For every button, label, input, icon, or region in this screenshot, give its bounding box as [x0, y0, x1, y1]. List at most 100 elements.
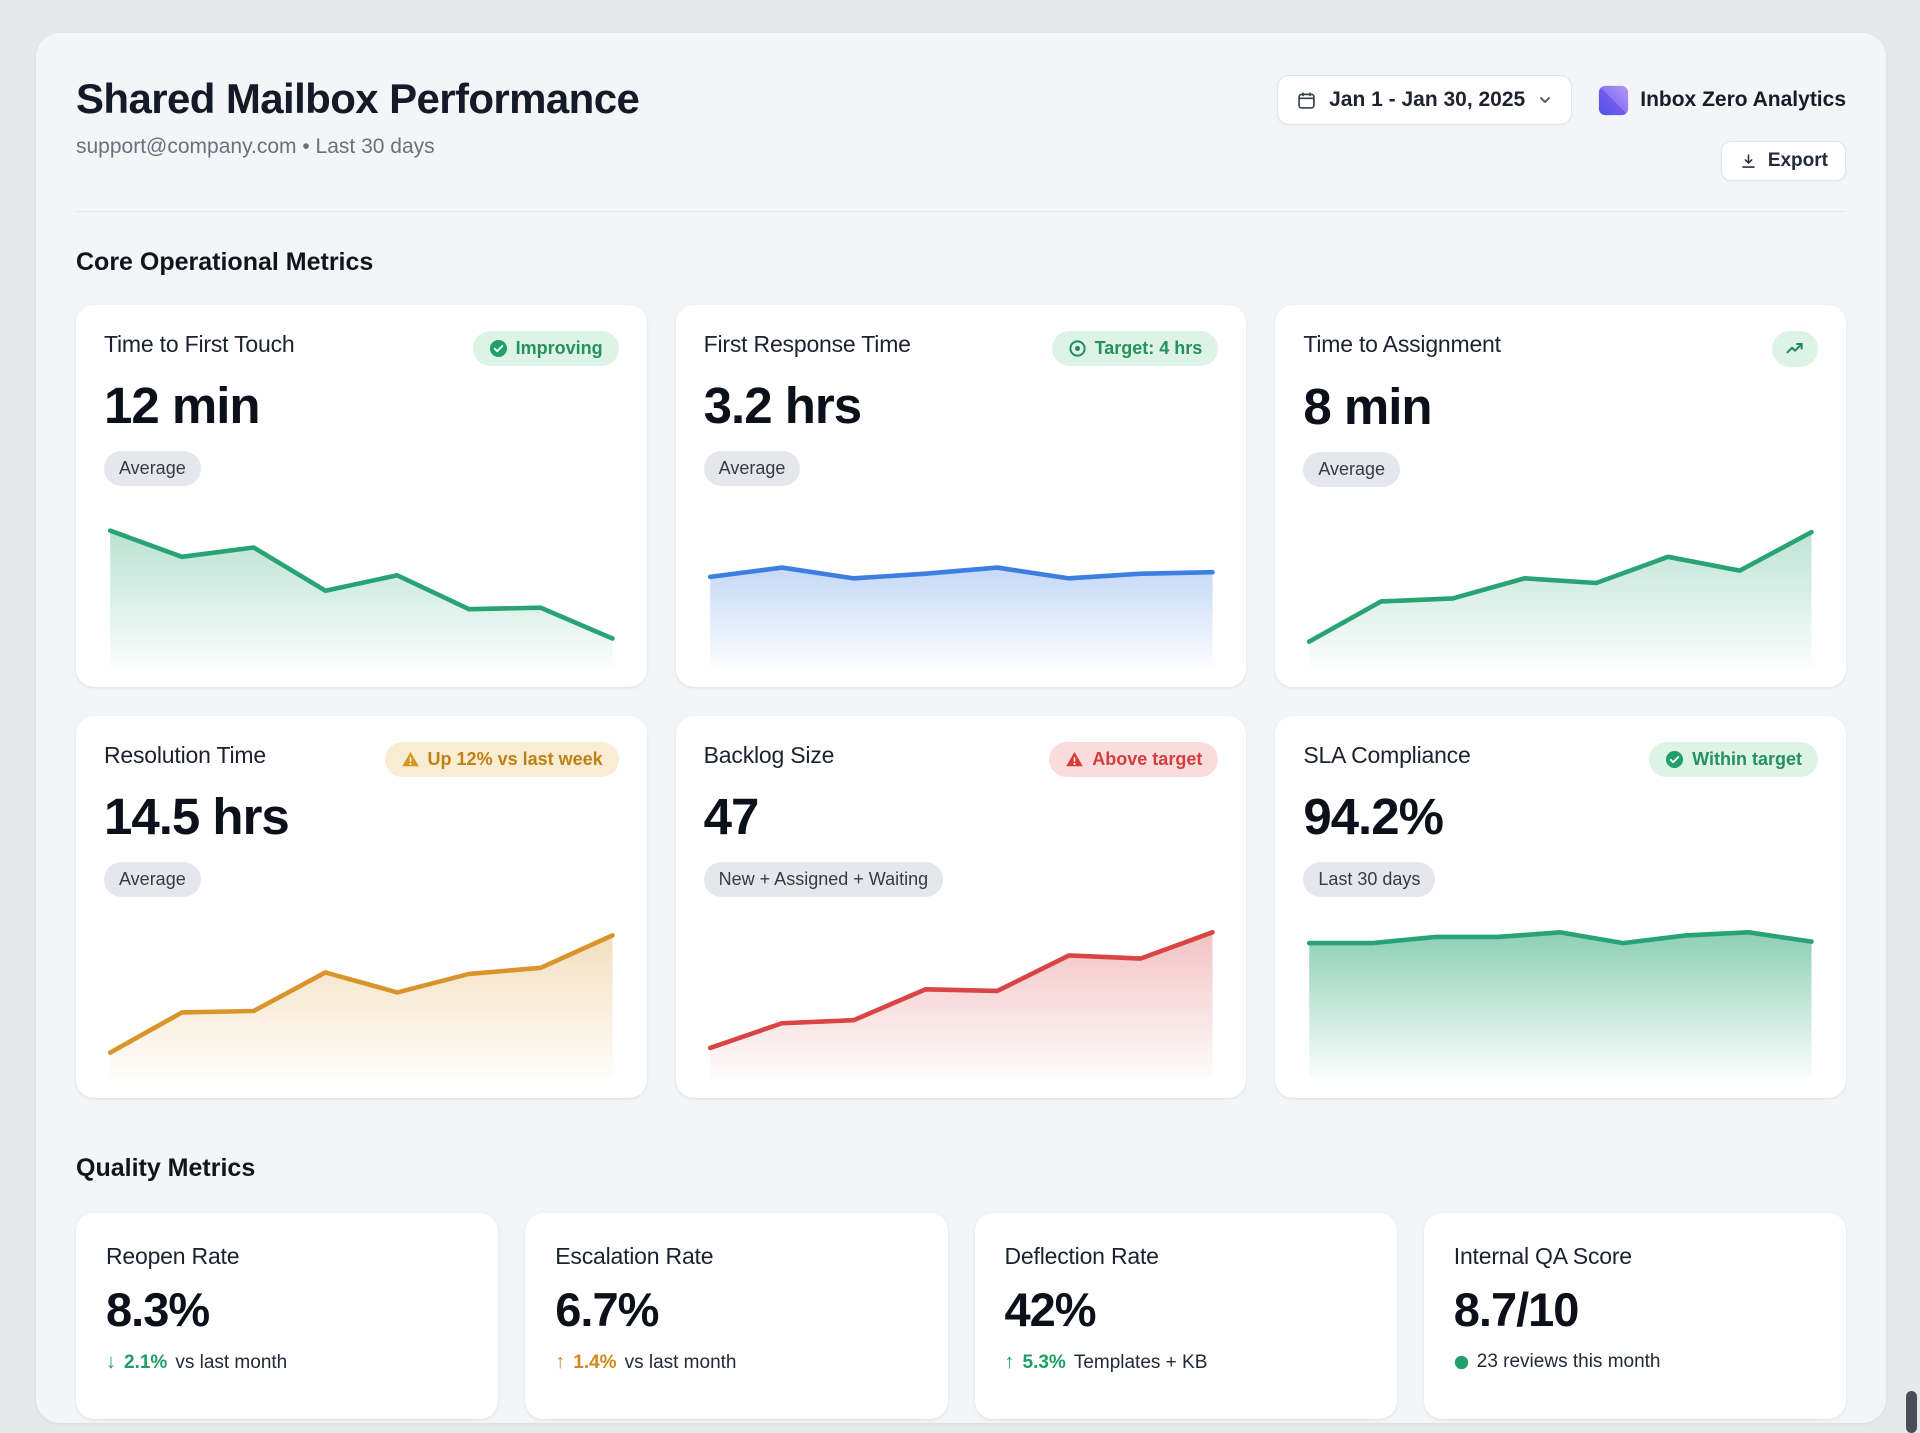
- arrow-up-icon: ↑: [1005, 1351, 1015, 1374]
- sparkline-chart: [104, 910, 619, 1078]
- quality-metrics-grid: Reopen Rate 8.3% ↓ 2.1% vs last month Es…: [76, 1213, 1846, 1419]
- metric-title: First Response Time: [704, 331, 911, 358]
- quality-metrics-heading: Quality Metrics: [76, 1154, 1846, 1183]
- metric-value: 8.7/10: [1454, 1282, 1816, 1337]
- metric-value: 8.3%: [106, 1282, 468, 1337]
- delta-value: 5.3%: [1023, 1352, 1066, 1374]
- page-subtitle: support@company.com • Last 30 days: [76, 135, 639, 159]
- sparkline-chart: [704, 910, 1219, 1078]
- arrow-up-icon: ↑: [555, 1351, 565, 1374]
- header-titles: Shared Mailbox Performance support@compa…: [76, 75, 639, 159]
- metric-context-chip: Average: [704, 451, 801, 486]
- delta-caption: vs last month: [625, 1352, 737, 1374]
- metric-value: 12 min: [104, 376, 619, 435]
- card-top: Time to Assignment: [1303, 331, 1818, 367]
- inbox-logo-icon: [1598, 85, 1629, 116]
- metric-value: 14.5 hrs: [104, 787, 619, 846]
- metric-value: 6.7%: [555, 1282, 917, 1337]
- sparkline-chart: [104, 499, 619, 667]
- metric-value: 42%: [1005, 1282, 1367, 1337]
- metric-title: Backlog Size: [704, 742, 835, 769]
- metric-value: 94.2%: [1303, 787, 1818, 846]
- quality-card-deflection-rate: Deflection Rate 42% ↑ 5.3% Templates + K…: [975, 1213, 1397, 1419]
- status-badge-label: Above target: [1092, 749, 1202, 770]
- quality-card-reopen-rate: Reopen Rate 8.3% ↓ 2.1% vs last month: [76, 1213, 498, 1419]
- check-circle-icon: [1665, 750, 1684, 769]
- metric-card-sla-compliance: SLA Compliance Within target 94.2% Last …: [1275, 716, 1846, 1098]
- export-button[interactable]: Export: [1721, 141, 1846, 181]
- sparkline-chart: [1303, 910, 1818, 1078]
- chevron-down-icon: [1537, 92, 1553, 108]
- metric-title: Time to First Touch: [104, 331, 294, 358]
- metric-card-backlog-size: Backlog Size Above target 47 New + Assig…: [676, 716, 1247, 1098]
- core-metrics-section: Core Operational Metrics Time to First T…: [76, 248, 1846, 1098]
- export-button-label: Export: [1768, 150, 1828, 172]
- target-icon: [1068, 339, 1087, 358]
- metric-delta: ↓ 2.1% vs last month: [106, 1351, 468, 1374]
- metric-title: Reopen Rate: [106, 1243, 468, 1270]
- trend-up-icon: [1785, 339, 1805, 359]
- status-badge: Target: 4 hrs: [1052, 331, 1219, 366]
- check-circle-icon: [489, 339, 508, 358]
- card-top: First Response Time Target: 4 hrs: [704, 331, 1219, 366]
- status-badge-label: Within target: [1692, 749, 1802, 770]
- dot-icon: [1454, 1355, 1469, 1370]
- status-badge: Improving: [473, 331, 619, 366]
- metric-value: 3.2 hrs: [704, 376, 1219, 435]
- metric-title: SLA Compliance: [1303, 742, 1470, 769]
- metric-title: Resolution Time: [104, 742, 266, 769]
- dashboard-panel: Shared Mailbox Performance support@compa…: [36, 33, 1886, 1423]
- metric-title: Internal QA Score: [1454, 1243, 1816, 1270]
- metric-delta: ↑ 1.4% vs last month: [555, 1351, 917, 1374]
- status-badge-label: Target: 4 hrs: [1095, 338, 1203, 359]
- header-controls: Jan 1 - Jan 30, 2025 Inbox Zero Analytic…: [1277, 75, 1846, 181]
- warning-red-icon: [1065, 750, 1084, 769]
- warning-amber-icon: [401, 750, 420, 769]
- quality-card-internal-qa-score: Internal QA Score 8.7/10 23 reviews this…: [1424, 1213, 1846, 1419]
- metric-context-chip: Average: [1303, 452, 1400, 487]
- sparkline-chart: [1303, 499, 1818, 667]
- metric-title: Escalation Rate: [555, 1243, 917, 1270]
- date-range-picker[interactable]: Jan 1 - Jan 30, 2025: [1277, 75, 1572, 125]
- delta-caption: vs last month: [175, 1352, 287, 1374]
- brand: Inbox Zero Analytics: [1598, 85, 1846, 116]
- arrow-down-icon: ↓: [106, 1351, 116, 1374]
- metric-card-time-to-assignment: Time to Assignment 8 min Average: [1275, 305, 1846, 687]
- metric-delta: ↑ 5.3% Templates + KB: [1005, 1351, 1367, 1374]
- quality-card-escalation-rate: Escalation Rate 6.7% ↑ 1.4% vs last mont…: [525, 1213, 947, 1419]
- status-badge-label: Improving: [516, 338, 603, 359]
- card-top: SLA Compliance Within target: [1303, 742, 1818, 777]
- delta-caption: Templates + KB: [1074, 1352, 1208, 1374]
- quality-metrics-section: Quality Metrics Reopen Rate 8.3% ↓ 2.1% …: [76, 1154, 1846, 1419]
- metric-card-first-response-time: First Response Time Target: 4 hrs 3.2 hr…: [676, 305, 1247, 687]
- status-badge: Up 12% vs last week: [385, 742, 619, 777]
- status-badge: Above target: [1049, 742, 1218, 777]
- date-range-label: Jan 1 - Jan 30, 2025: [1329, 88, 1525, 112]
- status-badge-label: Up 12% vs last week: [428, 749, 603, 770]
- header: Shared Mailbox Performance support@compa…: [76, 33, 1846, 212]
- metric-value: 47: [704, 787, 1219, 846]
- metric-context-chip: Last 30 days: [1303, 862, 1435, 897]
- card-top: Time to First Touch Improving: [104, 331, 619, 366]
- delta-caption: 23 reviews this month: [1477, 1351, 1661, 1373]
- delta-value: 1.4%: [573, 1352, 616, 1374]
- sparkline-chart: [704, 499, 1219, 667]
- card-top: Resolution Time Up 12% vs last week: [104, 742, 619, 777]
- metric-title: Deflection Rate: [1005, 1243, 1367, 1270]
- page-title: Shared Mailbox Performance: [76, 75, 639, 123]
- card-top: Backlog Size Above target: [704, 742, 1219, 777]
- metric-title: Time to Assignment: [1303, 331, 1501, 358]
- brand-name: Inbox Zero Analytics: [1640, 88, 1846, 112]
- delta-value: 2.1%: [124, 1352, 167, 1374]
- core-metrics-grid: Time to First Touch Improving 12 min Ave…: [76, 305, 1846, 1098]
- status-badge: [1772, 331, 1818, 367]
- calendar-icon: [1296, 90, 1317, 111]
- metric-card-resolution-time: Resolution Time Up 12% vs last week 14.5…: [76, 716, 647, 1098]
- header-controls-row: Jan 1 - Jan 30, 2025 Inbox Zero Analytic…: [1277, 75, 1846, 125]
- metric-card-time-to-first-touch: Time to First Touch Improving 12 min Ave…: [76, 305, 647, 687]
- metric-context-chip: Average: [104, 862, 201, 897]
- metric-delta: 23 reviews this month: [1454, 1351, 1816, 1373]
- scrollbar-thumb[interactable]: [1906, 1391, 1917, 1433]
- download-icon: [1739, 152, 1758, 171]
- metric-value: 8 min: [1303, 377, 1818, 436]
